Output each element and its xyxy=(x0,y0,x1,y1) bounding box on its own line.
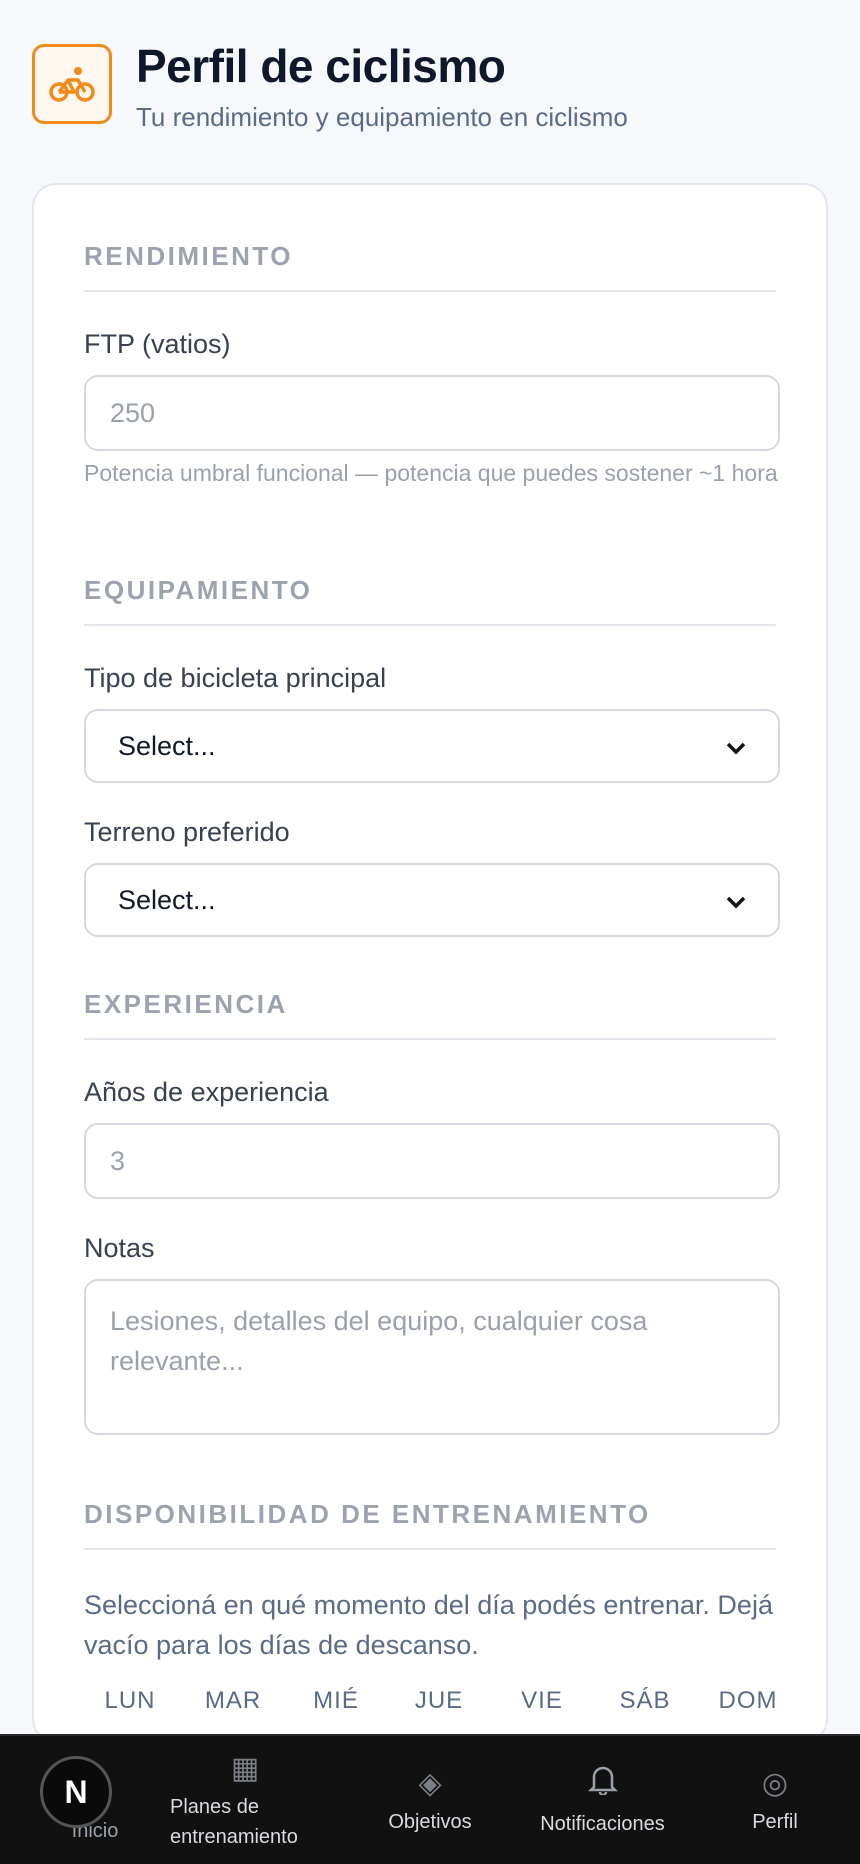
nav-notifications-label: Notificaciones xyxy=(540,1813,665,1835)
terrain-select[interactable]: Select... xyxy=(84,863,780,937)
diamond-icon: ◈ xyxy=(418,1766,442,1800)
bike-type-label: Tipo de bicicleta principal xyxy=(84,663,387,693)
app-avatar-badge[interactable]: N xyxy=(40,1756,112,1828)
nav-item-plans[interactable]: ▦ Planes de entrenamiento xyxy=(160,1736,330,1864)
years-experience-label: Años de experiencia xyxy=(84,1077,329,1107)
page-title: Perfil de ciclismo xyxy=(136,40,506,92)
chevron-down-icon xyxy=(726,885,746,916)
day-label-sat: SÁB xyxy=(619,1687,671,1714)
section-title-availability: DISPONIBILIDAD DE ENTRENAMIENTO xyxy=(84,1499,776,1550)
bike-type-select[interactable]: Select... xyxy=(84,709,780,783)
availability-description: Seleccioná en qué momento del día podés … xyxy=(84,1590,773,1660)
nav-profile-label: Perfil xyxy=(752,1810,798,1833)
calendar-icon: ▦ xyxy=(230,1751,260,1785)
nav-item-profile[interactable]: ◎ Perfil xyxy=(720,1736,830,1864)
nav-plans-label: Planes de entrenamiento xyxy=(170,1795,298,1848)
ftp-helper-text: Potencia umbral funcional — potencia que… xyxy=(84,460,778,486)
nav-item-goals[interactable]: ◈ Objetivos xyxy=(370,1736,490,1864)
chevron-down-icon xyxy=(726,731,746,762)
notes-label: Notas xyxy=(84,1233,155,1263)
day-label-tue: MAR xyxy=(204,1687,262,1714)
day-label-fri: VIE xyxy=(521,1687,563,1714)
profile-icon: ◎ xyxy=(761,1766,789,1800)
profile-form-card: RENDIMIENTO FTP (vatios) 250 Potencia um… xyxy=(32,183,828,1743)
day-label-sun: DOM xyxy=(718,1687,778,1714)
years-placeholder: 3 xyxy=(110,1145,126,1176)
nav-item-notifications[interactable]: Notificaciones xyxy=(520,1736,685,1864)
bicycle-icon xyxy=(32,44,112,124)
bike-type-value: Select... xyxy=(118,730,216,761)
day-label-wed: MIÉ xyxy=(313,1687,359,1714)
ftp-label: FTP (vatios) xyxy=(84,329,231,359)
day-label-mon: LUN xyxy=(104,1687,156,1714)
notes-textarea[interactable]: Lesiones, detalles del equipo, cualquier… xyxy=(84,1279,780,1435)
section-title-experience: EXPERIENCIA xyxy=(84,989,776,1040)
page-header: Perfil de ciclismo Tu rendimiento y equi… xyxy=(32,40,828,150)
bell-icon xyxy=(587,1763,618,1803)
page-subtitle: Tu rendimiento y equipamiento en ciclism… xyxy=(136,102,628,132)
notes-placeholder: Lesiones, detalles del equipo, cualquier… xyxy=(110,1306,648,1376)
ftp-placeholder: 250 xyxy=(110,397,156,428)
section-title-performance: RENDIMIENTO xyxy=(84,241,776,292)
day-label-thu: JUE xyxy=(414,1687,464,1714)
terrain-label: Terreno preferido xyxy=(84,817,290,847)
section-title-equipment: EQUIPAMIENTO xyxy=(84,575,776,626)
nav-goals-label: Objetivos xyxy=(388,1810,472,1833)
bottom-navigation: Inicio N ▦ Planes de entrenamiento ◈ Obj… xyxy=(0,1734,860,1864)
years-experience-input[interactable]: 3 xyxy=(84,1123,780,1199)
terrain-value: Select... xyxy=(118,884,216,915)
ftp-input[interactable]: 250 xyxy=(84,375,780,451)
weekday-header: LUN MAR MIÉ JUE VIE SÁB DOM xyxy=(84,1687,794,1715)
